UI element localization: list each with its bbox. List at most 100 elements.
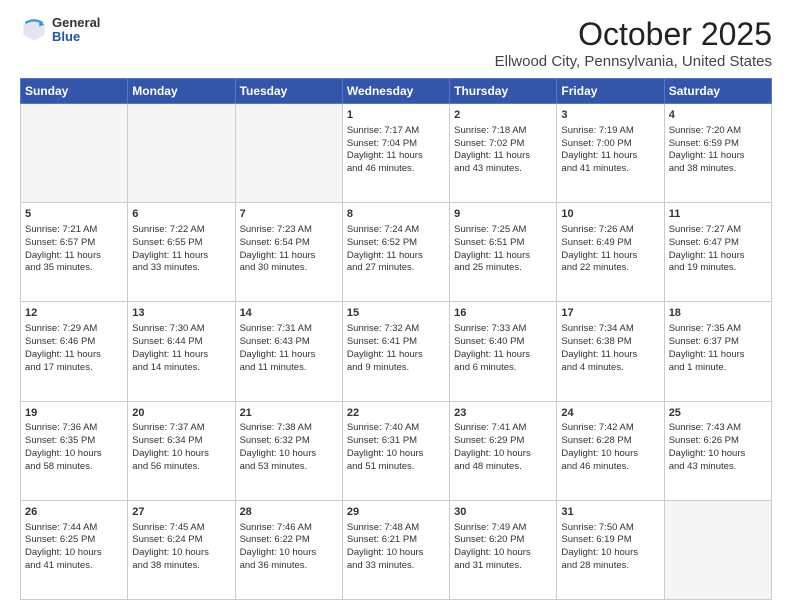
day-number: 15 <box>347 306 445 321</box>
calendar-week-row: 5Sunrise: 7:21 AMSunset: 6:57 PMDaylight… <box>21 203 772 302</box>
day-info-line: and 58 minutes. <box>25 461 123 474</box>
day-info-line: and 22 minutes. <box>561 262 659 275</box>
table-row: 2Sunrise: 7:18 AMSunset: 7:02 PMDaylight… <box>450 104 557 203</box>
day-number: 9 <box>454 207 552 222</box>
day-info-line: Sunset: 6:59 PM <box>669 138 767 151</box>
day-info-line: Daylight: 11 hours <box>669 150 767 163</box>
day-info-line: Sunrise: 7:24 AM <box>347 224 445 237</box>
day-info-line: and 46 minutes. <box>561 461 659 474</box>
table-row <box>664 500 771 599</box>
calendar-header-row: Sunday Monday Tuesday Wednesday Thursday… <box>21 79 772 104</box>
month-title: October 2025 <box>495 16 772 53</box>
logo-general-text: General <box>52 16 100 30</box>
day-info-line: Sunset: 7:02 PM <box>454 138 552 151</box>
day-number: 24 <box>561 406 659 421</box>
logo-text: General Blue <box>52 16 100 45</box>
day-info-line: and 41 minutes. <box>25 560 123 573</box>
day-info-line: Sunrise: 7:46 AM <box>240 522 338 535</box>
day-info-line: Sunrise: 7:30 AM <box>132 323 230 336</box>
day-info-line: and 17 minutes. <box>25 362 123 375</box>
table-row: 3Sunrise: 7:19 AMSunset: 7:00 PMDaylight… <box>557 104 664 203</box>
day-info-line: and 36 minutes. <box>240 560 338 573</box>
day-number: 25 <box>669 406 767 421</box>
day-info-line: Sunrise: 7:34 AM <box>561 323 659 336</box>
table-row: 7Sunrise: 7:23 AMSunset: 6:54 PMDaylight… <box>235 203 342 302</box>
table-row: 18Sunrise: 7:35 AMSunset: 6:37 PMDayligh… <box>664 302 771 401</box>
day-info-line: and 43 minutes. <box>669 461 767 474</box>
col-saturday: Saturday <box>664 79 771 104</box>
day-info-line: Sunset: 6:43 PM <box>240 336 338 349</box>
day-info-line: and 9 minutes. <box>347 362 445 375</box>
day-info-line: and 33 minutes. <box>132 262 230 275</box>
day-info-line: Sunset: 6:57 PM <box>25 237 123 250</box>
table-row: 31Sunrise: 7:50 AMSunset: 6:19 PMDayligh… <box>557 500 664 599</box>
day-info-line: Sunrise: 7:17 AM <box>347 125 445 138</box>
table-row: 22Sunrise: 7:40 AMSunset: 6:31 PMDayligh… <box>342 401 449 500</box>
day-info-line: Daylight: 10 hours <box>132 547 230 560</box>
day-info-line: Daylight: 11 hours <box>561 150 659 163</box>
day-info-line: Sunset: 6:25 PM <box>25 534 123 547</box>
day-info-line: Daylight: 10 hours <box>454 448 552 461</box>
day-info-line: Sunrise: 7:37 AM <box>132 422 230 435</box>
day-info-line: Daylight: 10 hours <box>561 448 659 461</box>
table-row: 29Sunrise: 7:48 AMSunset: 6:21 PMDayligh… <box>342 500 449 599</box>
day-info-line: Daylight: 11 hours <box>561 250 659 263</box>
day-info-line: and 30 minutes. <box>240 262 338 275</box>
page: General Blue October 2025 Ellwood City, … <box>0 0 792 612</box>
table-row: 30Sunrise: 7:49 AMSunset: 6:20 PMDayligh… <box>450 500 557 599</box>
day-number: 6 <box>132 207 230 222</box>
day-number: 12 <box>25 306 123 321</box>
table-row: 4Sunrise: 7:20 AMSunset: 6:59 PMDaylight… <box>664 104 771 203</box>
day-info-line: Daylight: 10 hours <box>240 448 338 461</box>
day-number: 28 <box>240 505 338 520</box>
day-number: 17 <box>561 306 659 321</box>
day-info-line: Sunrise: 7:43 AM <box>669 422 767 435</box>
table-row: 16Sunrise: 7:33 AMSunset: 6:40 PMDayligh… <box>450 302 557 401</box>
table-row <box>235 104 342 203</box>
day-number: 16 <box>454 306 552 321</box>
calendar-week-row: 19Sunrise: 7:36 AMSunset: 6:35 PMDayligh… <box>21 401 772 500</box>
day-info-line: and 53 minutes. <box>240 461 338 474</box>
day-info-line: Sunset: 6:52 PM <box>347 237 445 250</box>
day-info-line: Daylight: 11 hours <box>454 150 552 163</box>
table-row: 6Sunrise: 7:22 AMSunset: 6:55 PMDaylight… <box>128 203 235 302</box>
title-block: October 2025 Ellwood City, Pennsylvania,… <box>495 16 772 70</box>
day-number: 18 <box>669 306 767 321</box>
table-row <box>21 104 128 203</box>
day-number: 22 <box>347 406 445 421</box>
day-info-line: Sunset: 6:19 PM <box>561 534 659 547</box>
header: General Blue October 2025 Ellwood City, … <box>20 16 772 70</box>
day-number: 13 <box>132 306 230 321</box>
day-info-line: Sunset: 6:46 PM <box>25 336 123 349</box>
day-number: 8 <box>347 207 445 222</box>
day-info-line: Sunset: 6:41 PM <box>347 336 445 349</box>
day-info-line: Sunset: 6:54 PM <box>240 237 338 250</box>
day-info-line: Sunset: 6:38 PM <box>561 336 659 349</box>
day-number: 19 <box>25 406 123 421</box>
day-info-line: Sunrise: 7:27 AM <box>669 224 767 237</box>
day-info-line: and 38 minutes. <box>132 560 230 573</box>
day-info-line: Sunset: 6:21 PM <box>347 534 445 547</box>
day-info-line: and 33 minutes. <box>347 560 445 573</box>
day-info-line: Sunset: 6:37 PM <box>669 336 767 349</box>
day-info-line: Sunrise: 7:41 AM <box>454 422 552 435</box>
day-info-line: Sunrise: 7:44 AM <box>25 522 123 535</box>
day-info-line: Sunrise: 7:48 AM <box>347 522 445 535</box>
col-wednesday: Wednesday <box>342 79 449 104</box>
col-tuesday: Tuesday <box>235 79 342 104</box>
day-info-line: Sunset: 6:26 PM <box>669 435 767 448</box>
day-number: 21 <box>240 406 338 421</box>
day-info-line: Daylight: 10 hours <box>561 547 659 560</box>
day-info-line: Sunrise: 7:18 AM <box>454 125 552 138</box>
day-info-line: and 38 minutes. <box>669 163 767 176</box>
day-info-line: Sunrise: 7:20 AM <box>669 125 767 138</box>
day-number: 7 <box>240 207 338 222</box>
day-info-line: Sunrise: 7:35 AM <box>669 323 767 336</box>
table-row: 17Sunrise: 7:34 AMSunset: 6:38 PMDayligh… <box>557 302 664 401</box>
day-number: 11 <box>669 207 767 222</box>
table-row: 28Sunrise: 7:46 AMSunset: 6:22 PMDayligh… <box>235 500 342 599</box>
table-row: 25Sunrise: 7:43 AMSunset: 6:26 PMDayligh… <box>664 401 771 500</box>
day-info-line: Sunset: 6:32 PM <box>240 435 338 448</box>
day-info-line: Sunrise: 7:26 AM <box>561 224 659 237</box>
day-info-line: and 43 minutes. <box>454 163 552 176</box>
